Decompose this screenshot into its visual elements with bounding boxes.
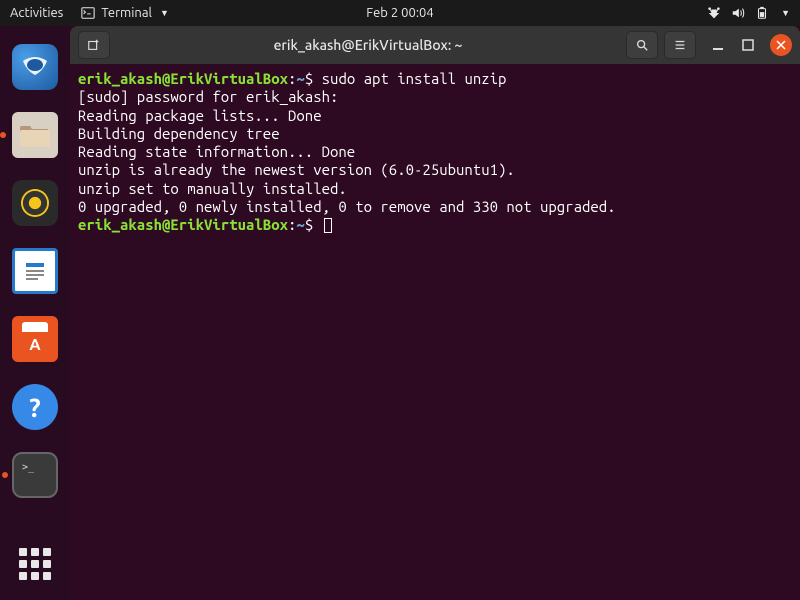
clock[interactable]: Feb 2 00:04 — [366, 6, 433, 20]
prompt-user: erik_akash@ErikVirtualBox — [78, 216, 288, 233]
maximize-button[interactable] — [740, 37, 756, 53]
activities-button[interactable]: Activities — [10, 6, 63, 20]
minimize-icon — [712, 39, 724, 51]
window-title: erik_akash@ErikVirtualBox: ~ — [116, 37, 620, 53]
app-menu-label: Terminal — [101, 6, 152, 20]
dock-terminal[interactable]: >_ — [12, 452, 58, 498]
prompt-user: erik_akash@ErikVirtualBox — [78, 70, 288, 87]
hamburger-icon — [673, 38, 687, 52]
prompt-path: ~ — [296, 70, 304, 87]
battery-icon[interactable] — [755, 6, 769, 20]
dock: ? >_ — [0, 26, 70, 600]
dock-thunderbird[interactable] — [12, 44, 58, 90]
minimize-button[interactable] — [710, 37, 726, 53]
chevron-down-icon: ▼ — [160, 8, 169, 18]
search-button[interactable] — [626, 31, 658, 59]
terminal-output[interactable]: erik_akash@ErikVirtualBox:~$ sudo apt in… — [70, 64, 800, 600]
show-applications-button[interactable] — [19, 548, 51, 580]
dock-help[interactable]: ? — [12, 384, 58, 430]
output-line: [sudo] password for erik_akash: — [78, 88, 338, 105]
app-menu[interactable]: Terminal ▼ — [81, 6, 169, 20]
terminal-icon — [81, 6, 95, 20]
maximize-icon — [742, 39, 754, 51]
network-icon[interactable] — [707, 6, 721, 20]
prompt-path: ~ — [296, 216, 304, 233]
new-tab-button[interactable] — [78, 31, 110, 59]
dock-ubuntu-software[interactable] — [12, 316, 58, 362]
menu-button[interactable] — [664, 31, 696, 59]
output-line: unzip set to manually installed. — [78, 180, 347, 197]
output-line: Building dependency tree — [78, 125, 280, 142]
system-menu-chevron-icon[interactable]: ▼ — [781, 8, 790, 18]
titlebar[interactable]: erik_akash@ErikVirtualBox: ~ — [70, 26, 800, 64]
output-line: Reading package lists... Done — [78, 107, 322, 124]
cursor — [324, 218, 332, 233]
command-text: sudo apt install unzip — [322, 70, 507, 87]
output-line: unzip is already the newest version (6.0… — [78, 161, 515, 178]
new-tab-icon — [87, 38, 101, 52]
search-icon — [635, 38, 649, 52]
dock-rhythmbox[interactable] — [12, 180, 58, 226]
top-panel: Activities Terminal ▼ Feb 2 00:04 ▼ — [0, 0, 800, 26]
volume-icon[interactable] — [731, 6, 745, 20]
output-line: Reading state information... Done — [78, 143, 355, 160]
dock-libreoffice-writer[interactable] — [12, 248, 58, 294]
output-line: 0 upgraded, 0 newly installed, 0 to remo… — [78, 198, 616, 215]
close-button[interactable] — [770, 34, 792, 56]
terminal-window: erik_akash@ErikVirtualBox: ~ erik_akash@… — [70, 26, 800, 600]
dock-files[interactable] — [12, 112, 58, 158]
close-icon — [776, 40, 786, 50]
